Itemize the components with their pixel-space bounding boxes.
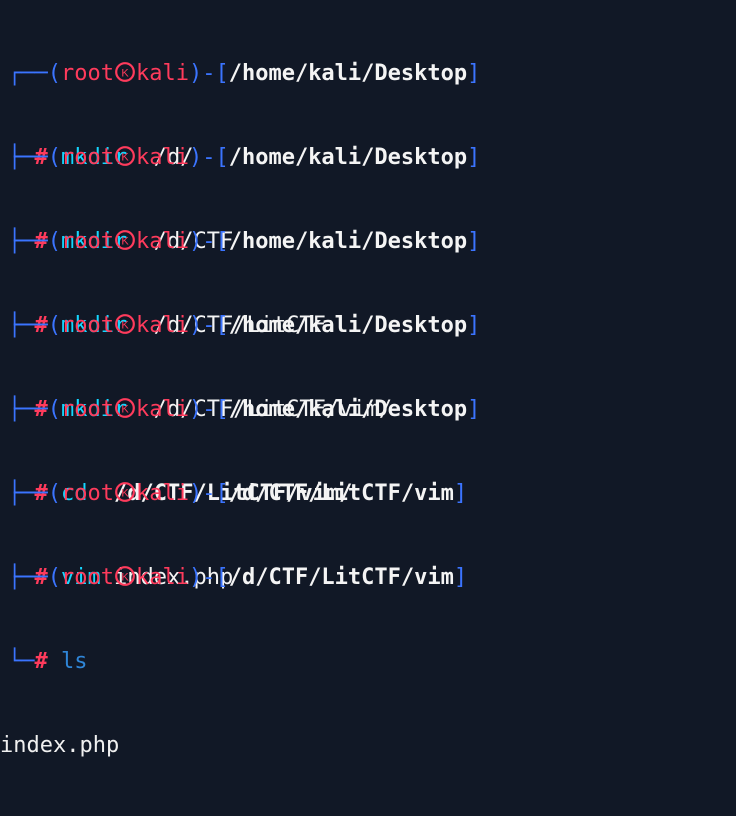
svg-text:K: K [121,403,129,415]
prompt-header-line: ┌──(root Kkali)-[/home/kali/Desktop] [8,312,480,340]
prompt-user: root [61,61,114,86]
prompt-host: kali [135,565,189,590]
dash: - [202,397,216,422]
prompt-cwd: /home/kali/Desktop [228,229,468,254]
dash: - [202,481,216,506]
path-open-bracket: [ [215,565,229,590]
command-output: index.php [0,732,467,760]
kali-skull-icon: K [115,482,135,502]
open-paren: ( [47,61,61,86]
corner-top: ┌── [8,481,48,506]
path-open-bracket: [ [215,145,229,170]
svg-text:K: K [121,487,129,499]
prompt-host: kali [135,481,189,506]
prompt-cwd: /home/kali/Desktop [228,397,468,422]
corner-top: ┌── [8,313,48,338]
path-close-bracket: ] [453,565,468,590]
path-close-bracket: ] [467,145,481,170]
kali-skull-icon: K [115,62,135,82]
close-paren: ) [188,397,203,422]
prompt-user: root [61,397,114,422]
path-close-bracket: ] [467,313,481,338]
prompt-cwd: /d/CTF/LitCTF/vim [228,481,454,506]
svg-text:K: K [121,151,129,163]
dash: - [202,61,216,86]
corner-top: ┌── [8,229,48,254]
command-name: ls [61,649,88,674]
prompt-host: kali [135,229,189,254]
path-open-bracket: [ [215,229,229,254]
svg-text:K: K [121,571,129,583]
prompt-header-line: ┌──(root Kkali)-[/home/kali/Desktop] [8,228,480,256]
dash: - [202,145,216,170]
svg-text:K: K [121,67,129,79]
corner-top: ┌── [8,145,48,170]
output-text: index.php [0,733,120,758]
prompt-cwd: /d/CTF/LitCTF/vim [228,565,454,590]
command-line[interactable]: └─# ls [8,648,467,676]
prompt-header-line: ┌──(root Kkali)-[/d/CTF/LitCTF/vim] [8,480,467,508]
prompt-header-line: ┌──(root Kkali)-[/home/kali/Desktop] [8,60,480,88]
path-open-bracket: [ [215,313,229,338]
close-paren: ) [188,565,203,590]
prompt-header-line: ┌──(root Kkali)-[/home/kali/Desktop] [8,396,480,424]
open-paren: ( [47,565,61,590]
prompt-user: root [61,565,114,590]
prompt-user: root [61,229,114,254]
corner-top: ┌── [8,565,48,590]
prompt-user: root [61,481,114,506]
dash: - [202,565,216,590]
prompt-host: kali [135,145,189,170]
prompt-cwd: /home/kali/Desktop [228,145,468,170]
path-close-bracket: ] [467,61,481,86]
open-paren: ( [47,313,61,338]
terminal-window[interactable]: ┌──(root Kkali)-[/home/kali/Desktop] └─# … [0,0,736,758]
close-paren: ) [188,145,203,170]
close-paren: ) [188,61,203,86]
prompt-header-line: ┌──(root Kkali)-[/d/CTF/LitCTF/vim] [8,564,467,592]
corner-top: ┌── [8,397,48,422]
prompt-cwd: /home/kali/Desktop [228,313,468,338]
prompt-cwd: /home/kali/Desktop [228,61,468,86]
open-paren: ( [47,397,61,422]
kali-skull-icon: K [115,146,135,166]
prompt-host: kali [135,397,189,422]
prompt-user: root [61,145,114,170]
open-paren: ( [47,481,61,506]
corner-bottom: └─ [8,649,35,674]
prompt-hash: # [34,649,48,674]
kali-skull-icon: K [115,566,135,586]
path-close-bracket: ] [467,229,481,254]
kali-skull-icon: K [115,398,135,418]
dash: - [202,229,216,254]
kali-skull-icon: K [115,314,135,334]
path-open-bracket: [ [215,481,229,506]
path-close-bracket: ] [467,397,481,422]
open-paren: ( [47,145,61,170]
open-paren: ( [47,229,61,254]
dash: - [202,313,216,338]
corner-top: ┌── [8,61,48,86]
path-close-bracket: ] [453,481,468,506]
prompt-header-line: ┌──(root Kkali)-[/home/kali/Desktop] [8,144,480,172]
prompt-block: ┌──(root Kkali)-[/d/CTF/LitCTF/vim] └─# l… [0,508,467,816]
svg-text:K: K [121,235,129,247]
prompt-host: kali [135,61,189,86]
close-paren: ) [188,313,203,338]
prompt-user: root [61,313,114,338]
prompt-host: kali [135,313,189,338]
path-open-bracket: [ [215,397,229,422]
close-paren: ) [188,481,203,506]
svg-text:K: K [121,319,129,331]
kali-skull-icon: K [115,230,135,250]
path-open-bracket: [ [215,61,229,86]
close-paren: ) [188,229,203,254]
